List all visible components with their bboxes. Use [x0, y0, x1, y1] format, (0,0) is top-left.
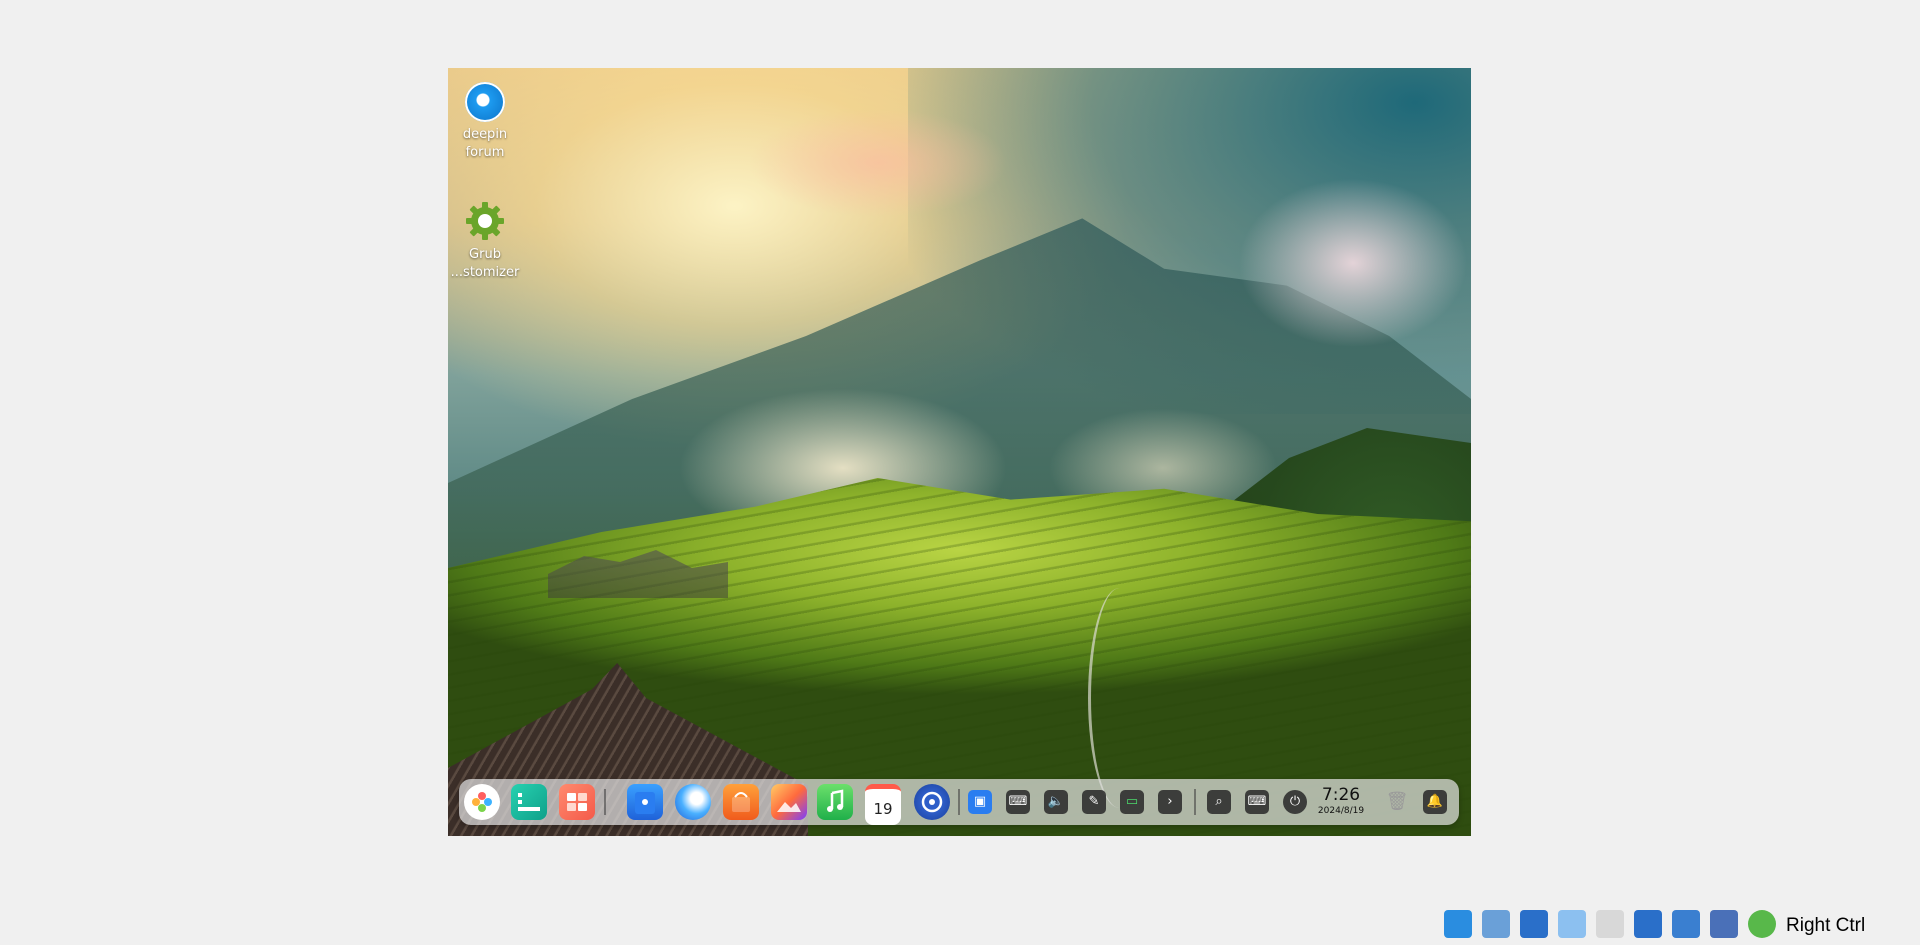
file-manager-icon[interactable]	[627, 784, 663, 820]
keyboard-icon[interactable]: ⌨	[1006, 790, 1030, 814]
dock-separator	[604, 789, 606, 815]
host-status-bar: Right Ctrl	[1440, 903, 1920, 945]
desktop-icon-label: forum	[465, 145, 505, 160]
desktop-icon-deepin-forum[interactable]: deepin forum	[448, 82, 525, 162]
launcher-icon[interactable]	[464, 784, 500, 820]
network-icon[interactable]	[1520, 910, 1548, 938]
recording-icon[interactable]	[1672, 910, 1700, 938]
screenshot-icon[interactable]: ▣	[968, 790, 992, 814]
trash-icon[interactable]: 🗑	[1385, 790, 1409, 814]
bell-icon[interactable]: 🔔	[1423, 790, 1447, 814]
music-icon[interactable]	[817, 784, 853, 820]
settings-icon[interactable]	[914, 784, 950, 820]
clock-time: 7:26	[1321, 785, 1361, 805]
desktop-icon-label: ...stomizer	[450, 265, 520, 280]
app-store-icon[interactable]	[723, 784, 759, 820]
mouse-integration-icon[interactable]	[1748, 910, 1776, 938]
desktop-icon-label: Grub	[469, 247, 501, 262]
audio-icon[interactable]	[1482, 910, 1510, 938]
host-key-label: Right Ctrl	[1786, 915, 1866, 936]
clock[interactable]: 7:26 2024/8/19	[1311, 785, 1371, 817]
optical-drive-icon[interactable]	[1444, 910, 1472, 938]
volume-icon[interactable]: 🔈	[1044, 790, 1068, 814]
chevron-right-icon[interactable]: ›	[1158, 790, 1182, 814]
power-icon[interactable]: ⏻	[1283, 790, 1307, 814]
battery-icon[interactable]: ▭	[1120, 790, 1144, 814]
shared-folder-icon[interactable]	[1596, 910, 1624, 938]
wallpaper-path	[1088, 588, 1151, 808]
pen-icon[interactable]: ✎	[1082, 790, 1106, 814]
clock-date: 2024/8/19	[1317, 806, 1365, 816]
display-icon[interactable]	[1634, 910, 1662, 938]
wallpaper-cloud	[748, 108, 1008, 218]
cpu-icon[interactable]	[1710, 910, 1738, 938]
wallpaper-cloud	[1238, 178, 1468, 348]
dock-separator	[1194, 789, 1196, 815]
deepin-logo-icon	[465, 82, 505, 122]
desktop-icon-label: deepin	[462, 127, 508, 142]
dock-separator	[958, 789, 960, 815]
vm-display[interactable]: deepin forum Grub ...stomizer 19 ▣ ⌨ 🔈 ✎…	[448, 68, 1471, 836]
desktop-icon-grub-customizer[interactable]: Grub ...stomizer	[448, 200, 525, 282]
multitask-icon[interactable]	[511, 784, 547, 820]
keyboard-layout-icon[interactable]: ⌨	[1245, 790, 1269, 814]
calendar-icon[interactable]: 19	[865, 784, 901, 825]
dock: 19 ▣ ⌨ 🔈 ✎ ▭ › ⌕ ⌨ ⏻ 7:26 2024/8/19 🗑 🔔	[459, 779, 1459, 825]
usb-icon[interactable]	[1558, 910, 1586, 938]
gear-icon	[466, 202, 504, 240]
browser-icon[interactable]	[675, 784, 711, 820]
workspace-icon[interactable]	[559, 784, 595, 820]
search-icon[interactable]: ⌕	[1207, 790, 1231, 814]
photos-icon[interactable]	[771, 784, 807, 820]
